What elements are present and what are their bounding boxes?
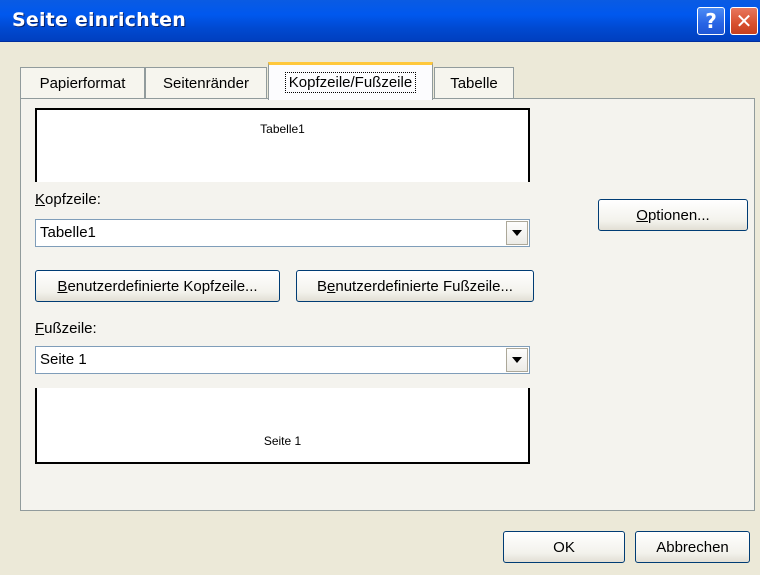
cancel-button[interactable]: Abbrechen (635, 531, 750, 563)
header-select[interactable]: Tabelle1 (35, 219, 530, 247)
ok-button[interactable]: OK (503, 531, 625, 563)
footer-select-value: Seite 1 (40, 351, 87, 368)
footer-preview-text: Seite 1 (263, 434, 302, 448)
custom-footer-button[interactable]: Be nutzerdefinierte Fußzeile... (296, 270, 534, 302)
tab-tabelle[interactable]: Tabelle (434, 67, 514, 99)
header-preview-text: Tabelle1 (260, 122, 305, 136)
tab-label: Seitenränder (163, 75, 249, 92)
tab-kopfzeile-fusszeile[interactable]: Kopfzeile/Fußzeile (268, 62, 433, 100)
chevron-down-icon[interactable] (506, 221, 528, 245)
tab-label: Tabelle (450, 75, 498, 92)
header-label: Kopfzeile: (35, 191, 101, 208)
tab-seitenraender[interactable]: Seitenränder (145, 67, 267, 99)
tab-label: Kopfzeile/Fußzeile (284, 72, 417, 93)
footer-label: Fußzeile: (35, 320, 97, 337)
custom-header-button[interactable]: Benutzerdefinierte Kopfzeile... (35, 270, 280, 302)
footer-select[interactable]: Seite 1 (35, 346, 530, 374)
chevron-down-icon[interactable] (506, 348, 528, 372)
window-title: Seite einrichten (12, 9, 186, 31)
tab-papierformat[interactable]: Papierformat (20, 67, 145, 99)
footer-preview: Seite 1 (35, 388, 530, 464)
tab-label: Papierformat (39, 75, 126, 92)
header-select-value: Tabelle1 (40, 224, 96, 241)
close-icon[interactable]: ✕ (730, 7, 758, 35)
options-button[interactable]: Optionen... (598, 199, 748, 231)
title-bar[interactable]: Seite einrichten ? ✕ (0, 0, 760, 42)
header-preview: Tabelle1 (35, 108, 530, 182)
help-icon[interactable]: ? (697, 7, 725, 35)
